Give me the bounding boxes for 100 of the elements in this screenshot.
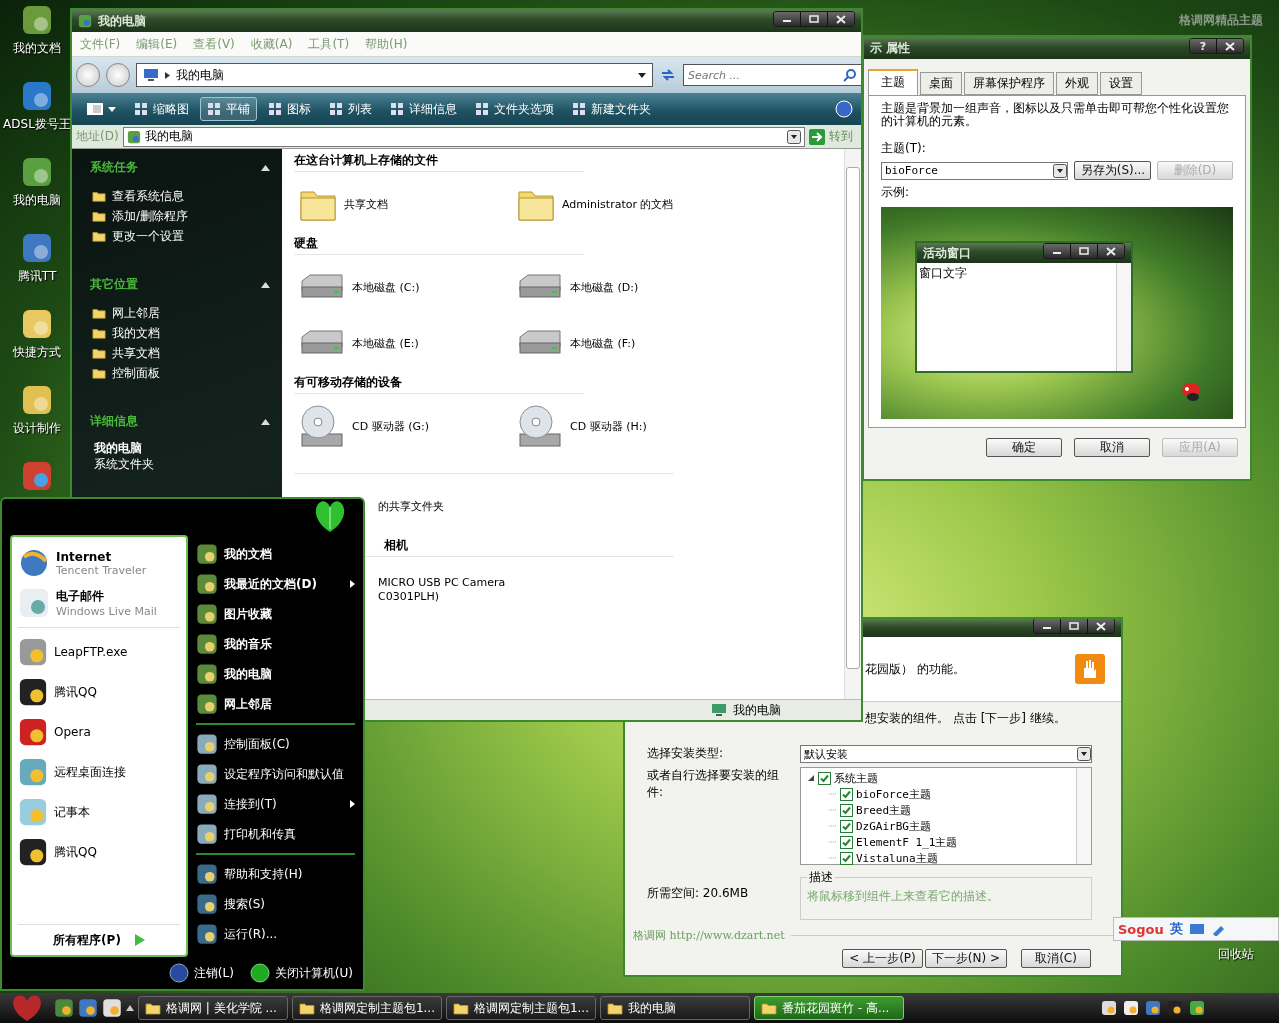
- all-programs-button[interactable]: 所有程序(P): [18, 924, 180, 955]
- tree-item[interactable]: Breed主题: [856, 802, 912, 818]
- menu-item[interactable]: 帮助和支持(H): [196, 859, 355, 889]
- maximize-button[interactable]: [1070, 244, 1097, 258]
- program-item[interactable]: Opera: [18, 712, 180, 752]
- taskbar-button[interactable]: 我的电脑: [600, 996, 750, 1020]
- shut-down-button[interactable]: 关闭计算机(U): [249, 963, 353, 983]
- taskbar-button[interactable]: 番茄花园斑竹 - 高...: [754, 996, 904, 1020]
- task-link[interactable]: 控制面板: [90, 363, 270, 383]
- desktop-icon-label[interactable]: 我的文档: [13, 40, 61, 57]
- input-mode-toggle[interactable]: 英: [1169, 920, 1183, 938]
- toolbar-button[interactable]: 列表: [322, 97, 379, 121]
- task-link[interactable]: 共享文档: [90, 343, 270, 363]
- desktop-icon-label[interactable]: 我的电脑: [13, 192, 61, 209]
- collapse-arrow-icon[interactable]: [261, 418, 270, 425]
- close-button[interactable]: [827, 12, 854, 26]
- menu-item[interactable]: 图片收藏: [196, 599, 355, 629]
- tree-item[interactable]: ElementF 1_1主题: [856, 834, 958, 850]
- item-label[interactable]: 本地磁盘 (C:): [352, 279, 420, 295]
- help-button[interactable]: ?: [1190, 39, 1216, 53]
- dialog-button[interactable]: 另存为(S)...: [1073, 161, 1151, 180]
- close-button[interactable]: [1087, 619, 1114, 633]
- checkbox[interactable]: [840, 787, 853, 801]
- program-item[interactable]: LeapFTP.exe: [18, 632, 180, 672]
- collapse-arrow-icon[interactable]: [261, 164, 270, 171]
- address-field[interactable]: 我的电脑: [122, 126, 805, 147]
- item-label[interactable]: CD 驱动器 (G:): [352, 418, 429, 434]
- tab[interactable]: 外观: [1056, 72, 1098, 95]
- toolbar-button[interactable]: 文件夹选项: [468, 97, 561, 121]
- menu-item[interactable]: 搜索(S): [196, 889, 355, 919]
- back-button[interactable]: [76, 63, 100, 87]
- dialog-button[interactable]: 取消: [1074, 438, 1150, 457]
- maximize-button[interactable]: [800, 12, 827, 26]
- tab[interactable]: 桌面: [920, 72, 962, 95]
- expand-toggle-icon[interactable]: [807, 774, 815, 782]
- task-link[interactable]: 我的文档: [90, 323, 270, 343]
- wizard-button[interactable]: 取消(C): [1021, 949, 1091, 968]
- task-link[interactable]: 网上邻居: [90, 303, 270, 323]
- forward-button[interactable]: [106, 63, 130, 87]
- taskbar-button[interactable]: 格调网定制主题包1...: [446, 996, 596, 1020]
- close-button[interactable]: [1216, 39, 1243, 53]
- wizard-button[interactable]: 下一步(N) >: [924, 949, 1007, 968]
- minimize-button[interactable]: [1034, 619, 1060, 633]
- tree-item[interactable]: Vistaluna主题: [856, 850, 938, 866]
- menu-item[interactable]: 打印机和传真: [196, 819, 355, 849]
- desktop-icon-label[interactable]: 回收站: [1218, 946, 1254, 963]
- tab[interactable]: 主题: [868, 69, 918, 95]
- menu-item[interactable]: 网上邻居: [196, 689, 355, 719]
- breadcrumb-field[interactable]: 我的电脑: [136, 63, 653, 87]
- item-label[interactable]: Administrator 的文档: [562, 196, 674, 212]
- collapse-arrow-icon[interactable]: [261, 281, 270, 288]
- desktop-icon-label[interactable]: 设计制作: [13, 420, 61, 437]
- program-item[interactable]: 记事本: [18, 792, 180, 832]
- item-label[interactable]: 本地磁盘 (F:): [570, 335, 636, 351]
- item-label[interactable]: 本地磁盘 (E:): [352, 335, 419, 351]
- checkbox[interactable]: [840, 835, 853, 849]
- checkbox[interactable]: [840, 819, 853, 833]
- close-button[interactable]: [1097, 244, 1124, 258]
- menu-item[interactable]: 我的电脑: [196, 659, 355, 689]
- toolbar-button[interactable]: 平铺: [200, 97, 257, 121]
- item-label[interactable]: 共享文档: [344, 196, 388, 212]
- menu-item[interactable]: 我最近的文档(D): [196, 569, 355, 599]
- scroll-thumb[interactable]: [846, 167, 860, 669]
- desktop-icon-label[interactable]: ADSL拨号王: [3, 116, 71, 133]
- tree-item[interactable]: bioForce主题: [856, 786, 931, 802]
- menu-item[interactable]: 连接到(T): [196, 789, 355, 819]
- maximize-button[interactable]: [1060, 619, 1087, 633]
- desktop-icon-label[interactable]: 腾讯TT: [17, 268, 57, 285]
- checkbox[interactable]: [818, 771, 831, 785]
- minimize-button[interactable]: [774, 12, 800, 26]
- wizard-button[interactable]: < 上一步(P): [842, 949, 923, 968]
- tab[interactable]: 屏幕保护程序: [964, 72, 1054, 95]
- menu-item[interactable]: 我的音乐: [196, 629, 355, 659]
- item-label[interactable]: CD 驱动器 (H:): [570, 418, 647, 434]
- taskbar-button[interactable]: 格调网 | 美化学院 ...: [138, 996, 288, 1020]
- tree-item[interactable]: 系统主题: [834, 770, 878, 786]
- task-link[interactable]: 添加/删除程序: [90, 206, 270, 226]
- program-item[interactable]: 腾讯QQ: [18, 672, 180, 712]
- tree-item[interactable]: DzGAirBG主题: [856, 818, 931, 834]
- help-icon[interactable]: [835, 100, 853, 118]
- install-type-select[interactable]: 默认安装: [800, 745, 1092, 763]
- search-field[interactable]: Search ...: [683, 64, 861, 86]
- item-label[interactable]: C0301PLH): [378, 589, 439, 603]
- toolbar-button[interactable]: 详细信息: [383, 97, 464, 121]
- menu-item[interactable]: 控制面板(C): [196, 729, 355, 759]
- program-item[interactable]: 腾讯QQ: [18, 832, 180, 872]
- tab[interactable]: 设置: [1100, 72, 1142, 95]
- item-label[interactable]: 的共享文件夹: [378, 498, 444, 514]
- item-label[interactable]: 本地磁盘 (D:): [570, 279, 639, 295]
- log-off-button[interactable]: 注销(L): [168, 963, 234, 983]
- theme-select[interactable]: bioForce: [881, 161, 1068, 180]
- dialog-button[interactable]: 确定: [986, 438, 1062, 457]
- pinned-program[interactable]: Internet Tencent Traveler: [18, 543, 180, 583]
- toolbar-button[interactable]: 图标: [261, 97, 318, 121]
- minimize-button[interactable]: [1044, 244, 1070, 258]
- desktop-icon-label[interactable]: 快捷方式: [13, 344, 61, 361]
- keyboard-icon[interactable]: [1188, 922, 1205, 936]
- expand-arrow-icon[interactable]: [126, 1005, 134, 1011]
- item-label[interactable]: MICRO USB PC Camera: [378, 575, 506, 589]
- checkbox[interactable]: [840, 851, 853, 865]
